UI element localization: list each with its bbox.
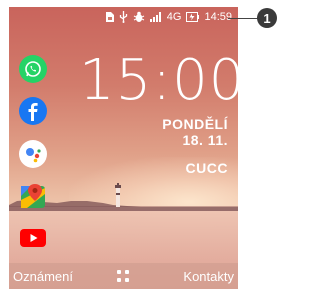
- facebook-app-button[interactable]: [19, 97, 47, 125]
- callout-badge: 1: [257, 8, 277, 28]
- facebook-icon: [28, 103, 38, 121]
- callout-leader-line: [228, 18, 258, 19]
- status-time: 14:59: [204, 11, 232, 23]
- carrier-name: CUCC: [185, 160, 228, 176]
- youtube-app-button[interactable]: [19, 224, 47, 252]
- whatsapp-app-button[interactable]: [19, 55, 47, 83]
- signal-icon: [149, 12, 162, 22]
- sim-card-icon: [105, 12, 114, 22]
- maps-icon: [21, 184, 45, 208]
- clock-weekday: PONDĚLÍ: [162, 116, 228, 132]
- clock-time: 15:00: [79, 48, 238, 113]
- youtube-icon: [20, 229, 46, 247]
- home-screen: 4G 14:59 15:00 PONDĚLÍ 18. 11. CUCC Ozná…: [9, 7, 238, 289]
- clock-date: 18. 11.: [182, 132, 228, 148]
- notifications-softkey[interactable]: Oznámení: [13, 269, 73, 284]
- softkey-bar: Oznámení Kontakty: [9, 263, 238, 289]
- device-frame: 4G 14:59 15:00 PONDĚLÍ 18. 11. CUCC Ozná…: [0, 0, 281, 295]
- network-type: 4G: [166, 11, 182, 23]
- lighthouse: [115, 183, 121, 207]
- status-bar: 4G 14:59: [9, 7, 238, 27]
- contacts-softkey[interactable]: Kontakty: [183, 269, 234, 284]
- debug-bug-icon: [133, 11, 145, 23]
- battery-charging-icon: [186, 12, 200, 22]
- assistant-app-button[interactable]: [19, 140, 47, 168]
- assistant-icon: [26, 148, 41, 163]
- whatsapp-icon: [25, 61, 41, 77]
- apps-grid-icon[interactable]: [117, 270, 131, 284]
- maps-app-button[interactable]: [19, 182, 47, 210]
- usb-icon: [119, 11, 128, 23]
